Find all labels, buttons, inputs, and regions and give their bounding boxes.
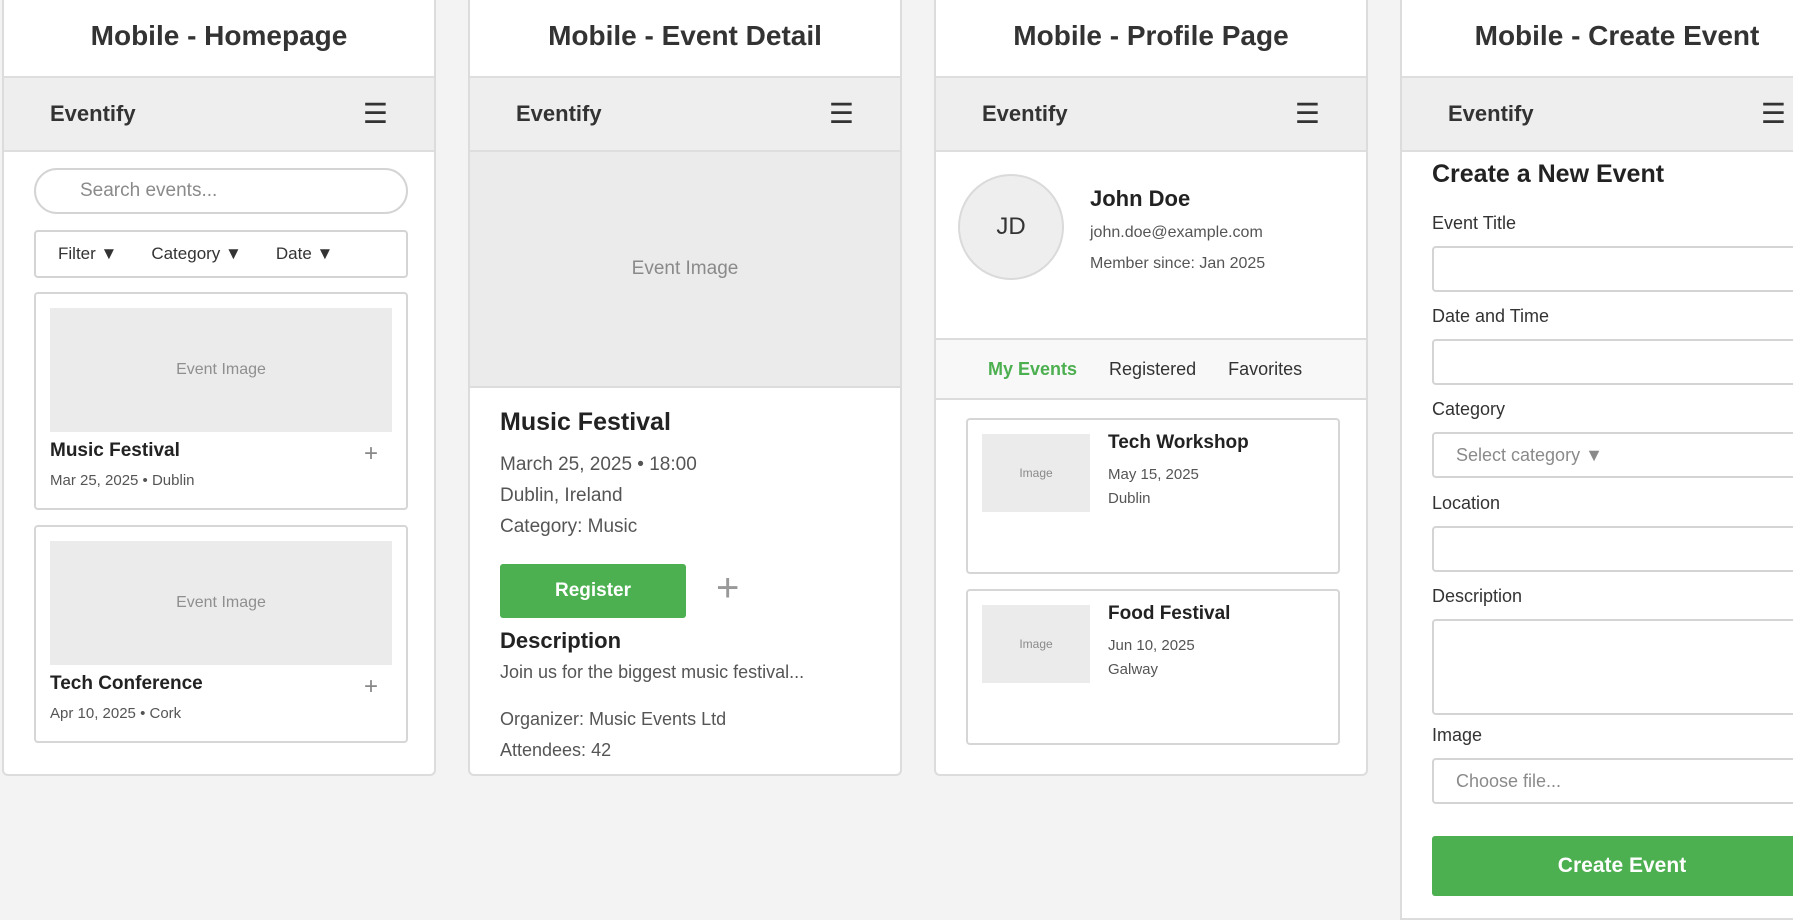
event-list-item[interactable]: Image Tech Workshop May 15, 2025 Dublin xyxy=(966,418,1340,574)
image-label: Image xyxy=(1432,725,1483,745)
event-item-title: Food Festival xyxy=(1108,603,1231,624)
app-logo[interactable]: Eventify xyxy=(982,101,1068,127)
category-dropdown[interactable]: Category ▼ xyxy=(151,244,242,264)
event-location: Dublin, Ireland xyxy=(500,485,623,506)
app-logo[interactable]: Eventify xyxy=(1448,101,1534,127)
avatar[interactable]: JD xyxy=(958,174,1064,280)
hamburger-menu-icon[interactable]: ☰ xyxy=(1761,100,1786,128)
event-item-location: Galway xyxy=(1108,661,1159,678)
app-logo[interactable]: Eventify xyxy=(516,101,602,127)
event-thumbnail: Image xyxy=(982,434,1090,512)
event-card-meta: Mar 25, 2025 • Dublin xyxy=(50,472,195,489)
event-detail-panel: Mobile - Event Detail Eventify ☰ Event I… xyxy=(468,0,902,776)
register-button[interactable]: Register xyxy=(500,564,686,618)
panel-title: Mobile - Event Detail xyxy=(548,20,822,51)
profile-email: john.doe@example.com xyxy=(1090,224,1263,241)
event-image-placeholder: Event Image xyxy=(50,541,392,665)
form-heading: Create a New Event xyxy=(1432,160,1665,188)
event-card[interactable]: Event Image Music Festival Mar 25, 2025 … xyxy=(34,292,408,510)
search-input[interactable] xyxy=(34,168,408,214)
app-bar: Eventify ☰ xyxy=(4,76,434,152)
event-description: Join us for the biggest music festival..… xyxy=(500,662,805,682)
event-title: Music Festival xyxy=(500,408,671,436)
create-event-panel: Mobile - Create Event Eventify ☰ Create … xyxy=(1400,0,1793,920)
app-logo[interactable]: Eventify xyxy=(50,101,136,127)
event-organizer: Organizer: Music Events Ltd xyxy=(500,709,727,729)
profile-tabs: My Events Registered Favorites xyxy=(936,338,1366,400)
tab-my-events[interactable]: My Events xyxy=(988,359,1077,380)
category-label: Category xyxy=(1432,399,1506,419)
event-list-item[interactable]: Image Food Festival Jun 10, 2025 Galway xyxy=(966,589,1340,745)
panel-title: Mobile - Create Event xyxy=(1474,20,1760,51)
panel-title: Mobile - Profile Page xyxy=(1013,20,1289,51)
filter-bar: Filter ▼ Category ▼ Date ▼ xyxy=(34,230,408,278)
event-attendees: Attendees: 42 xyxy=(500,740,612,760)
profile-panel: Mobile - Profile Page Eventify ☰ JD John… xyxy=(934,0,1368,776)
event-item-date: Jun 10, 2025 xyxy=(1108,637,1195,654)
hamburger-menu-icon[interactable]: ☰ xyxy=(363,100,388,128)
location-label: Location xyxy=(1432,493,1501,513)
app-bar: Eventify ☰ xyxy=(470,76,900,152)
tab-favorites[interactable]: Favorites xyxy=(1228,359,1302,380)
description-heading: Description xyxy=(500,628,622,653)
event-card[interactable]: Event Image Tech Conference Apr 10, 2025… xyxy=(34,525,408,743)
add-plus-icon[interactable]: + xyxy=(364,440,378,468)
tab-registered[interactable]: Registered xyxy=(1109,359,1196,380)
category-select[interactable]: Select category ▼ xyxy=(1432,432,1793,478)
date-dropdown[interactable]: Date ▼ xyxy=(276,244,333,264)
event-item-title: Tech Workshop xyxy=(1108,432,1249,453)
add-plus-icon[interactable]: + xyxy=(364,673,378,701)
homepage-panel: Mobile - Homepage Eventify ☰ Filter ▼ Ca… xyxy=(2,0,436,776)
profile-name: John Doe xyxy=(1090,186,1191,211)
hamburger-menu-icon[interactable]: ☰ xyxy=(829,100,854,128)
app-bar: Eventify ☰ xyxy=(1402,76,1793,152)
filter-dropdown[interactable]: Filter ▼ xyxy=(58,244,117,264)
description-label: Description xyxy=(1432,586,1523,606)
event-datetime: March 25, 2025 • 18:00 xyxy=(500,454,697,475)
hamburger-menu-icon[interactable]: ☰ xyxy=(1295,100,1320,128)
profile-member-since: Member since: Jan 2025 xyxy=(1090,255,1266,272)
event-item-location: Dublin xyxy=(1108,490,1151,507)
panel-title: Mobile - Homepage xyxy=(90,20,348,51)
event-title-field[interactable] xyxy=(1432,246,1793,292)
location-field[interactable] xyxy=(1432,526,1793,572)
event-hero-image: Event Image xyxy=(470,152,900,388)
event-item-date: May 15, 2025 xyxy=(1108,466,1199,483)
event-card-meta: Apr 10, 2025 • Cork xyxy=(50,705,182,722)
create-event-button[interactable]: Create Event xyxy=(1432,836,1793,896)
event-card-title: Tech Conference xyxy=(50,673,203,694)
event-title-label: Event Title xyxy=(1432,213,1517,233)
event-category: Category: Music xyxy=(500,516,638,537)
event-image-placeholder: Event Image xyxy=(50,308,392,432)
datetime-field[interactable] xyxy=(1432,339,1793,385)
description-field[interactable] xyxy=(1432,619,1793,715)
file-chooser[interactable]: Choose file... xyxy=(1432,758,1793,804)
event-thumbnail: Image xyxy=(982,605,1090,683)
datetime-label: Date and Time xyxy=(1432,306,1550,326)
event-card-title: Music Festival xyxy=(50,440,180,461)
add-plus-icon[interactable]: + xyxy=(716,568,739,608)
app-bar: Eventify ☰ xyxy=(936,76,1366,152)
